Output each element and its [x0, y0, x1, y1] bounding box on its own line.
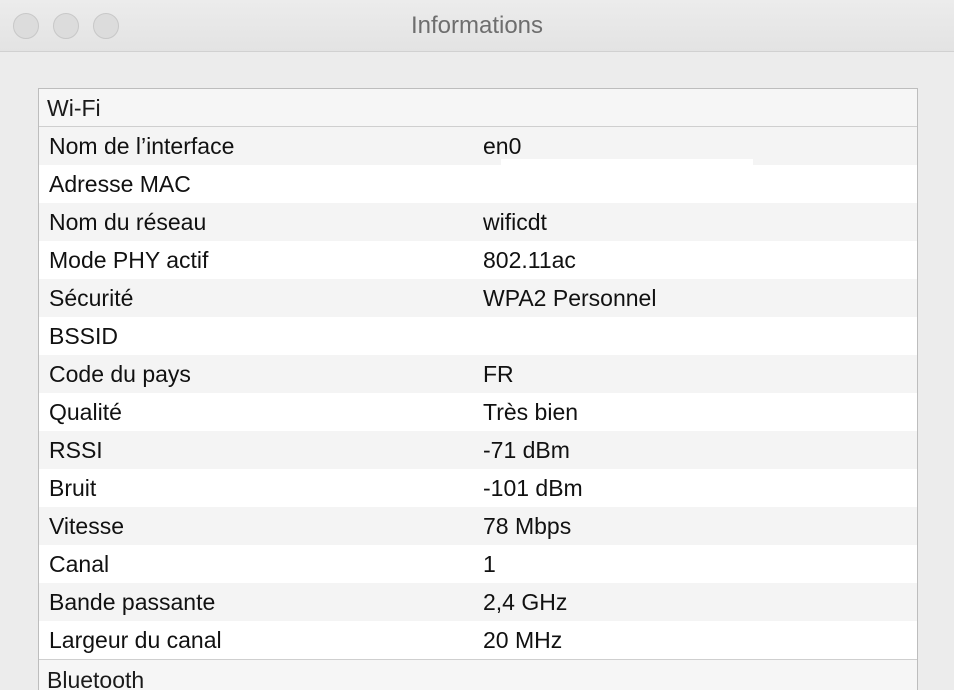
info-row-label: RSSI	[49, 436, 103, 463]
info-row-value: 78 Mbps	[483, 512, 572, 539]
section-header-bluetooth[interactable]: Bluetooth	[39, 659, 917, 690]
info-row[interactable]: Nom de l’interface en0	[39, 127, 917, 165]
info-row-label: Nom du réseau	[49, 208, 207, 235]
info-row-value: -71 dBm	[483, 436, 570, 463]
section-header-wifi[interactable]: Wi-Fi	[39, 89, 917, 127]
window-titlebar: Informations	[0, 0, 954, 52]
info-row[interactable]: Mode PHY actif 802.11ac	[39, 241, 917, 279]
info-row[interactable]: Code du pays FR	[39, 355, 917, 393]
info-row-value: 2,4 GHz	[483, 588, 568, 615]
info-row[interactable]: Largeur du canal 20 MHz	[39, 621, 917, 659]
info-row[interactable]: RSSI -71 dBm	[39, 431, 917, 469]
info-row-label: Largeur du canal	[49, 626, 222, 653]
info-row-label: Vitesse	[49, 512, 125, 539]
info-row-value: Très bien	[483, 398, 579, 425]
info-row[interactable]: Adresse MAC	[39, 165, 917, 203]
info-row-label: BSSID	[49, 322, 119, 349]
info-row-label: Bande passante	[49, 588, 216, 615]
info-row-value: wificdt	[483, 208, 547, 235]
info-row-label: Nom de l’interface	[49, 132, 235, 159]
info-row-value: FR	[483, 360, 514, 387]
redaction-mark	[501, 159, 753, 167]
info-row[interactable]: BSSID	[39, 317, 917, 355]
info-row-value: en0	[483, 132, 522, 159]
info-row-value: 20 MHz	[483, 626, 563, 653]
info-row-label: Bruit	[49, 474, 97, 501]
info-row-value: 1	[483, 550, 496, 577]
info-row-value: -101 dBm	[483, 474, 583, 501]
info-row[interactable]: Canal 1	[39, 545, 917, 583]
info-panel: Wi-Fi Nom de l’interface en0 Adresse MAC No…	[38, 88, 918, 690]
info-row-label: Qualité	[49, 398, 122, 425]
info-row[interactable]: Vitesse 78 Mbps	[39, 507, 917, 545]
info-row[interactable]: Bruit -101 dBm	[39, 469, 917, 507]
window-title: Informations	[410, 12, 544, 39]
info-row[interactable]: Sécurité WPA2 Personnel	[39, 279, 917, 317]
info-row-value: 802.11ac	[483, 246, 576, 273]
info-row-label: Sécurité	[49, 284, 134, 311]
info-row[interactable]: Qualité Très bien	[39, 393, 917, 431]
wifi-info-list: Nom de l’interface en0 Adresse MAC Nom du r…	[39, 127, 917, 659]
info-row[interactable]: Bande passante 2,4 GHz	[39, 583, 917, 621]
info-row-label: Adresse MAC	[49, 170, 191, 197]
info-row-label: Mode PHY actif	[49, 246, 209, 273]
info-row[interactable]: Nom du réseau wificdt	[39, 203, 917, 241]
info-row-label: Canal	[49, 550, 110, 577]
info-row-value: WPA2 Personnel	[483, 284, 657, 311]
info-row-label: Code du pays	[49, 360, 191, 387]
